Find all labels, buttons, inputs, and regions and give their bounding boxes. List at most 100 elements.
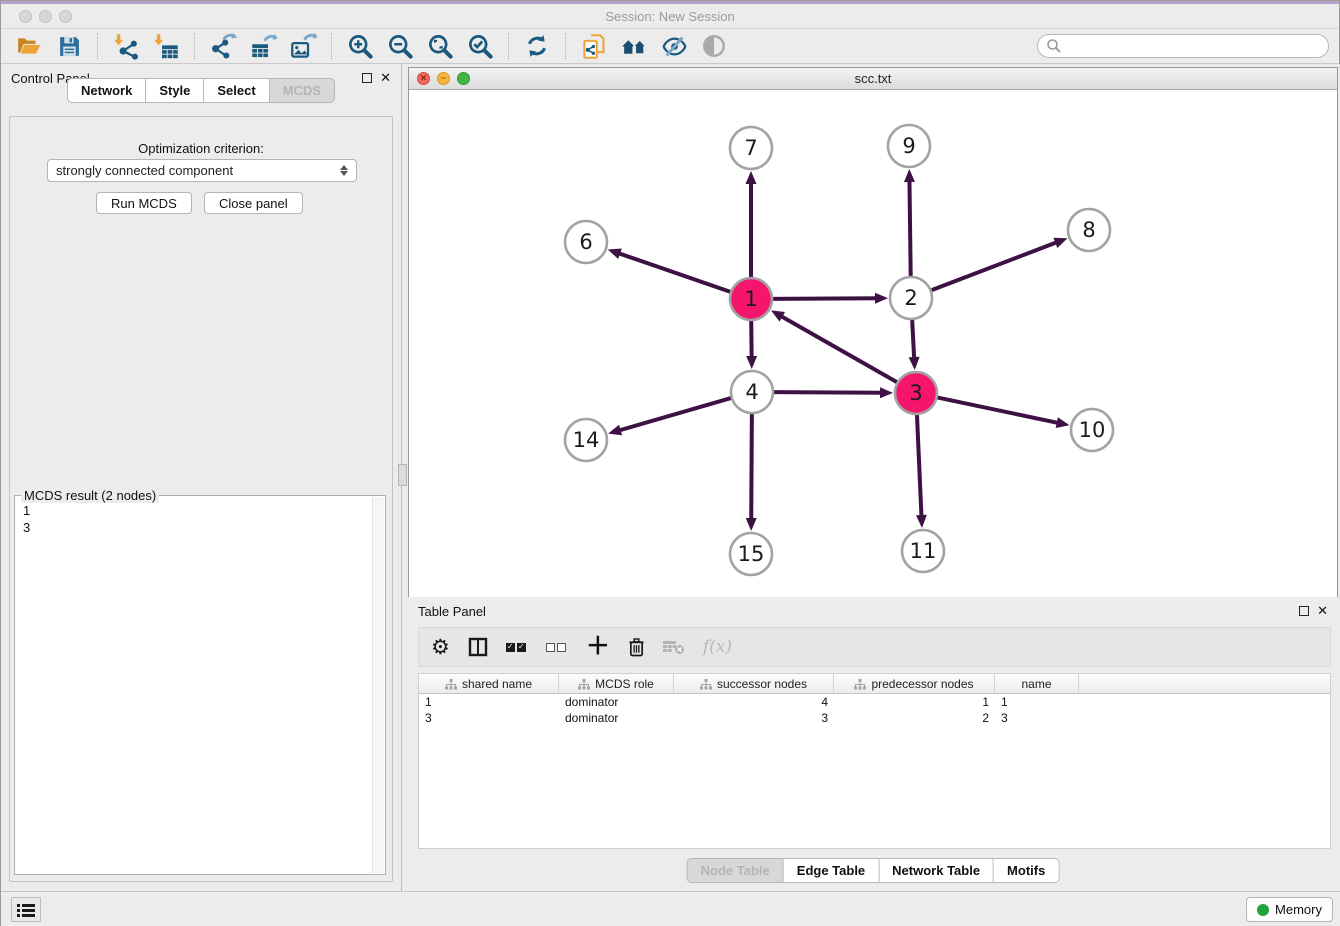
tab-select[interactable]: Select	[204, 78, 269, 103]
graph-edge-arrowhead	[909, 357, 920, 370]
export-table-icon[interactable]	[246, 31, 280, 61]
zoom-selected-icon[interactable]	[463, 31, 497, 61]
graph-edge-arrowhead	[904, 169, 915, 182]
network-window-title: scc.txt	[409, 71, 1337, 86]
network-view-window: ✕ − scc.txt 7968124314101511	[408, 67, 1338, 656]
search-icon	[1046, 38, 1062, 54]
result-scrollbar[interactable]	[372, 497, 384, 873]
column-header-label: MCDS role	[595, 677, 654, 691]
zoom-fit-icon[interactable]	[423, 31, 457, 61]
graph-edge-1-2[interactable]	[772, 298, 879, 299]
toolbar-separator	[331, 33, 332, 59]
mcds-result-text[interactable]: 1 3	[23, 502, 30, 536]
memory-button[interactable]: Memory	[1246, 897, 1333, 922]
graph-edge-arrowhead	[880, 387, 893, 398]
column-header-MCDS-role[interactable]: MCDS role	[559, 674, 674, 694]
graph-edge-3-10[interactable]	[937, 397, 1061, 423]
graph-edge-4-14[interactable]	[617, 398, 732, 431]
delete-columns-icon[interactable]	[628, 634, 645, 660]
first-neighbors-icon[interactable]	[617, 31, 651, 61]
show-graphics-icon[interactable]	[697, 31, 731, 61]
column-header-name[interactable]: name	[995, 674, 1079, 694]
optimization-criterion-select[interactable]: strongly connected component	[47, 159, 357, 182]
tab-style[interactable]: Style	[146, 78, 204, 103]
table-cell[interactable]: dominator	[559, 694, 674, 710]
table-cell[interactable]: 3	[674, 710, 834, 726]
close-panel-icon[interactable]: ✕	[380, 73, 391, 83]
toolbar-separator	[97, 33, 98, 59]
import-network-icon[interactable]	[109, 31, 143, 61]
open-file-icon[interactable]	[12, 31, 46, 61]
graph-edge-3-1[interactable]	[779, 315, 898, 383]
graph-edge-arrowhead	[746, 356, 757, 369]
table-row[interactable]: 3dominator323	[419, 710, 1330, 726]
show-columns-icon[interactable]	[468, 634, 488, 660]
export-network-icon[interactable]	[206, 31, 240, 61]
table-cell[interactable]: dominator	[559, 710, 674, 726]
zoom-in-icon[interactable]	[343, 31, 377, 61]
graph-node-label: 6	[579, 230, 592, 254]
column-header-shared-name[interactable]: shared name	[419, 674, 559, 694]
graph-node-label: 11	[910, 539, 937, 563]
graph-edge-arrowhead	[875, 293, 888, 304]
table-cell[interactable]: 2	[834, 710, 995, 726]
table-cell[interactable]: 3	[995, 710, 1079, 726]
tab-network-table[interactable]: Network Table	[879, 858, 994, 883]
column-header-successor-nodes[interactable]: successor nodes	[674, 674, 834, 694]
tab-network[interactable]: Network	[67, 78, 146, 103]
graph-node-label: 4	[745, 380, 758, 404]
graph-node-label: 3	[909, 381, 922, 405]
table-cell[interactable]: 1	[995, 694, 1079, 710]
duplicate-network-icon[interactable]	[577, 31, 611, 61]
network-graph: 7968124314101511	[409, 90, 1337, 655]
splitter-handle[interactable]	[398, 464, 407, 486]
close-panel-icon[interactable]: ✕	[1317, 606, 1328, 616]
run-mcds-button[interactable]: Run MCDS	[96, 192, 192, 214]
hide-graphics-icon[interactable]	[657, 31, 691, 61]
toolbar-separator	[508, 33, 509, 59]
control-panel: Control Panel ✕ Network Style Select MCD…	[1, 64, 401, 891]
table-settings-gear-icon[interactable]: ⚙	[431, 634, 450, 660]
table-cell[interactable]: 1	[834, 694, 995, 710]
table-cell[interactable]: 3	[419, 710, 559, 726]
import-table-icon[interactable]	[149, 31, 183, 61]
table-row[interactable]: 1dominator411	[419, 694, 1330, 710]
tab-edge-table[interactable]: Edge Table	[784, 858, 879, 883]
tab-mcds[interactable]: MCDS	[270, 78, 335, 103]
select-stepper-icon	[340, 165, 348, 176]
unselect-all-columns-icon[interactable]	[546, 634, 568, 660]
status-bar: Memory	[1, 891, 1340, 926]
vertical-splitter[interactable]	[401, 64, 408, 891]
graph-edge-3-11[interactable]	[917, 414, 922, 519]
create-column-icon[interactable]: ＋	[586, 634, 610, 660]
table-cell[interactable]: 1	[419, 694, 559, 710]
graph-edge-2-8[interactable]	[931, 241, 1059, 290]
graph-edge-4-15[interactable]	[751, 413, 752, 522]
graph-node-label: 14	[573, 428, 600, 452]
float-panel-icon[interactable]	[362, 73, 372, 83]
zoom-out-icon[interactable]	[383, 31, 417, 61]
graph-edge-2-3[interactable]	[912, 319, 914, 361]
export-image-icon[interactable]	[286, 31, 320, 61]
tab-motifs[interactable]: Motifs	[994, 858, 1059, 883]
float-panel-icon[interactable]	[1299, 606, 1309, 616]
graph-edge-2-9[interactable]	[909, 178, 910, 277]
task-history-button[interactable]	[11, 897, 41, 922]
select-all-columns-icon[interactable]	[506, 634, 528, 660]
column-header-label: shared name	[462, 677, 532, 691]
graph-node-label: 2	[904, 286, 917, 310]
tab-node-table[interactable]: Node Table	[687, 858, 784, 883]
search-field[interactable]	[1037, 34, 1329, 58]
column-header-predecessor-nodes[interactable]: predecessor nodes	[834, 674, 995, 694]
graph-edge-1-6[interactable]	[616, 252, 731, 292]
table-cell[interactable]: 4	[674, 694, 834, 710]
application-window: Session: New Session	[0, 0, 1340, 926]
graph-edge-4-3[interactable]	[773, 392, 884, 393]
network-canvas[interactable]: 7968124314101511	[409, 90, 1337, 655]
save-session-icon[interactable]	[52, 31, 86, 61]
column-header-label: successor nodes	[717, 677, 807, 691]
apply-layout-icon[interactable]	[520, 31, 554, 61]
window-title: Session: New Session	[1, 9, 1339, 24]
close-panel-button[interactable]: Close panel	[204, 192, 303, 214]
search-input[interactable]	[1062, 36, 1328, 56]
